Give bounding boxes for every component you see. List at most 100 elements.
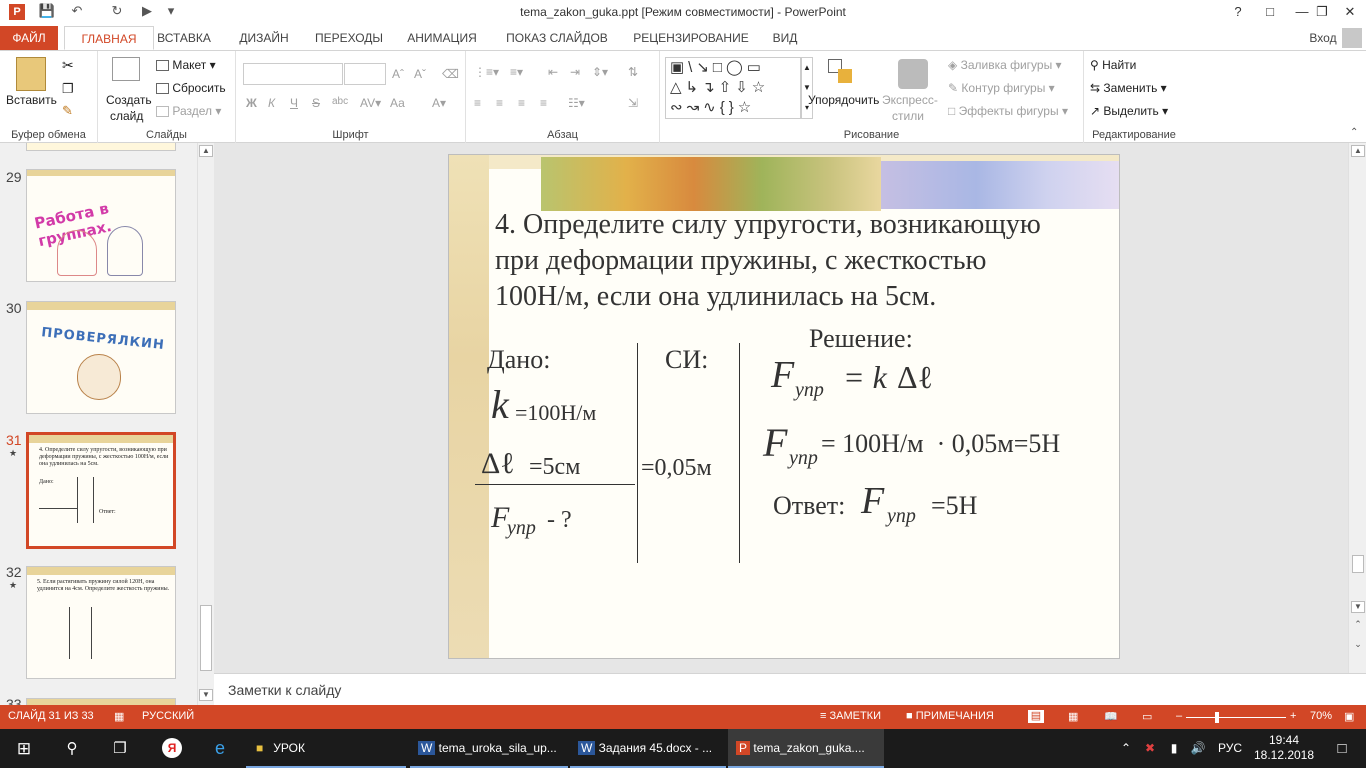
sign-in-link[interactable]: Вход (1306, 26, 1340, 50)
find-button[interactable]: ⚲ Найти (1090, 58, 1136, 72)
edge-browser-icon[interactable]: e (198, 729, 242, 768)
strikethrough-button[interactable]: S (312, 96, 320, 110)
slide-sorter-icon[interactable]: ▦ (1068, 710, 1078, 723)
font-size-combobox[interactable] (344, 63, 386, 85)
bold-button[interactable]: Ж (246, 96, 257, 110)
close-button[interactable]: ✕ (1334, 0, 1366, 24)
notes-pane[interactable]: Заметки к слайду (214, 673, 1366, 705)
volume-icon[interactable]: 🔊 (1188, 729, 1208, 768)
scroll-down-icon[interactable]: ▼ (199, 689, 213, 701)
text-shadow-icon[interactable]: AV▾ (360, 96, 381, 110)
align-text-icon[interactable]: ⇲ (628, 96, 638, 110)
shapes-gallery[interactable]: ▣\↘□◯▭ △↳↴⇧⇩☆ ∾↝∿{}☆ (665, 57, 801, 119)
new-slide-button-line2[interactable]: слайд (110, 109, 143, 123)
thumbnail-scrollbar[interactable]: ▲ ▼ (197, 143, 214, 705)
battery-icon[interactable]: ▮ (1164, 729, 1184, 768)
language-indicator[interactable]: РУССКИЙ (142, 710, 194, 722)
numbering-icon[interactable]: ≡▾ (510, 65, 523, 79)
comments-toggle-button[interactable]: ■ ПРИМЕЧАНИЯ (906, 710, 994, 722)
tab-animations[interactable]: АНИМАЦИЯ (404, 26, 480, 50)
slide-show-icon[interactable]: ▭ (1142, 710, 1152, 723)
new-slide-button[interactable]: Создать (106, 93, 152, 107)
taskbar-folder-uro[interactable]: ■ УРОК (246, 729, 406, 768)
notes-toggle-button[interactable]: ≡ ЗАМЕТКИ (820, 710, 881, 722)
tab-view[interactable]: ВИД (768, 26, 802, 50)
tab-design[interactable]: ДИЗАЙН (236, 26, 292, 50)
font-family-combobox[interactable] (243, 63, 343, 85)
taskbar-word-doc-2[interactable]: W Задания 45.docx - ... (570, 729, 726, 768)
replace-button[interactable]: ⇆ Заменить ▾ (1090, 81, 1167, 95)
action-center-icon[interactable]: □ (1322, 729, 1362, 768)
tab-review[interactable]: РЕЦЕНЗИРОВАНИЕ (632, 26, 750, 50)
zoom-slider-thumb[interactable] (1215, 712, 1219, 723)
font-color-icon[interactable]: A▾ (432, 96, 446, 110)
taskbar-word-doc-1[interactable]: W tema_uroka_sila_up... (410, 729, 568, 768)
tab-slide-show[interactable]: ПОКАЗ СЛАЙДОВ (502, 26, 612, 50)
shapes-gallery-scroll[interactable]: ▲ ▼ ▾ (801, 57, 813, 119)
slide-scroll-thumb[interactable] (1352, 555, 1364, 573)
paste-button[interactable]: Вставить (6, 93, 57, 107)
scroll-down-icon[interactable]: ▼ (1351, 601, 1365, 613)
reading-view-icon[interactable]: 📖 (1104, 710, 1118, 723)
thumbnail-scroll-thumb[interactable] (200, 605, 212, 671)
taskbar-powerpoint[interactable]: P tema_zakon_guka.... (728, 729, 884, 768)
slide-thumbnail-31-selected[interactable]: 4. Определите силу упругости, возникающу… (26, 432, 176, 549)
line-spacing-icon[interactable]: ⇕▾ (592, 65, 608, 79)
current-slide[interactable]: 4. Определите силу упругости, возникающу… (448, 154, 1120, 659)
fit-slide-icon[interactable]: ▣ (1344, 710, 1354, 723)
cut-icon[interactable]: ✂ (62, 57, 74, 74)
spell-check-icon[interactable]: ▦ (114, 710, 124, 723)
thumbnail-28-partial[interactable] (26, 143, 176, 151)
shape-outline-button[interactable]: ✎ Контур фигуры ▾ (948, 81, 1055, 95)
columns-icon[interactable]: ☷▾ (568, 96, 585, 110)
previous-slide-icon[interactable]: ⌃ (1351, 619, 1365, 633)
keyboard-language[interactable]: РУС (1216, 729, 1244, 768)
avatar-icon[interactable] (1342, 28, 1362, 48)
ribbon-display-options-icon[interactable]: □ (1254, 0, 1286, 24)
bullets-icon[interactable]: ⋮≡▾ (474, 65, 499, 79)
align-center-icon[interactable]: ≡ (496, 96, 503, 110)
slide-thumbnail-29[interactable]: Работа в группах. (26, 169, 176, 282)
zoom-out-icon[interactable]: – (1176, 710, 1182, 722)
search-icon[interactable]: ⚲ (50, 729, 94, 768)
next-slide-icon[interactable]: ⌄ (1351, 639, 1365, 653)
scroll-up-icon[interactable]: ▲ (199, 145, 213, 157)
arrange-button[interactable]: Упорядочить (808, 93, 879, 107)
reset-button[interactable]: Сбросить (156, 81, 226, 95)
align-left-icon[interactable]: ≡ (474, 96, 481, 110)
help-button[interactable]: ? (1222, 0, 1254, 24)
italic-button[interactable]: К (268, 96, 275, 110)
start-button-windows-icon[interactable]: ⊞ (0, 729, 48, 768)
clock[interactable]: 19:44 18.12.2018 (1252, 729, 1316, 768)
copy-icon[interactable]: ❐ (62, 81, 74, 97)
tab-home[interactable]: ГЛАВНАЯ (64, 26, 154, 50)
show-hidden-icons-icon[interactable]: ⌃ (1118, 729, 1134, 768)
shape-effects-button[interactable]: □ Эффекты фигуры ▾ (948, 104, 1068, 118)
format-painter-icon[interactable]: ✎ (62, 103, 73, 119)
zoom-in-icon[interactable]: + (1290, 710, 1296, 722)
shape-fill-button[interactable]: ◈ Заливка фигуры ▾ (948, 58, 1062, 72)
collapse-ribbon-icon[interactable]: ⌃ (1350, 127, 1358, 138)
underline-button[interactable]: Ч (290, 96, 298, 110)
quick-styles-button-line2[interactable]: стили (892, 109, 924, 123)
slide-thumbnail-32[interactable]: 5. Если растягивать пружину силой 120Н, … (26, 566, 176, 679)
increase-font-icon[interactable]: Aˆ (392, 67, 404, 81)
section-button[interactable]: Раздел ▾ (156, 104, 221, 118)
text-direction-icon[interactable]: ⇅ (628, 65, 638, 79)
align-right-icon[interactable]: ≡ (518, 96, 525, 110)
normal-view-icon[interactable]: ▤ (1028, 710, 1044, 723)
quick-styles-button[interactable]: Экспресс- (882, 93, 938, 107)
layout-button[interactable]: Макет ▾ (156, 58, 216, 72)
yandex-browser-icon[interactable]: Я (150, 729, 194, 768)
select-button[interactable]: ↗ Выделить ▾ (1090, 104, 1168, 118)
clear-formatting-icon[interactable]: ⌫ (442, 67, 459, 81)
zoom-level[interactable]: 70% (1310, 710, 1332, 722)
slide-scrollbar[interactable]: ▲ ▼ ⌃ ⌄ (1348, 143, 1366, 673)
network-status-icon[interactable]: ✖ (1140, 729, 1160, 768)
zoom-slider[interactable] (1186, 717, 1286, 718)
notes-placeholder[interactable]: Заметки к слайду (228, 682, 341, 698)
change-case-button[interactable]: Аа (390, 96, 405, 110)
scroll-up-icon[interactable]: ▲ (1351, 145, 1365, 157)
task-view-icon[interactable]: ❐ (98, 729, 142, 768)
tab-file[interactable]: ФАЙЛ (0, 26, 58, 50)
